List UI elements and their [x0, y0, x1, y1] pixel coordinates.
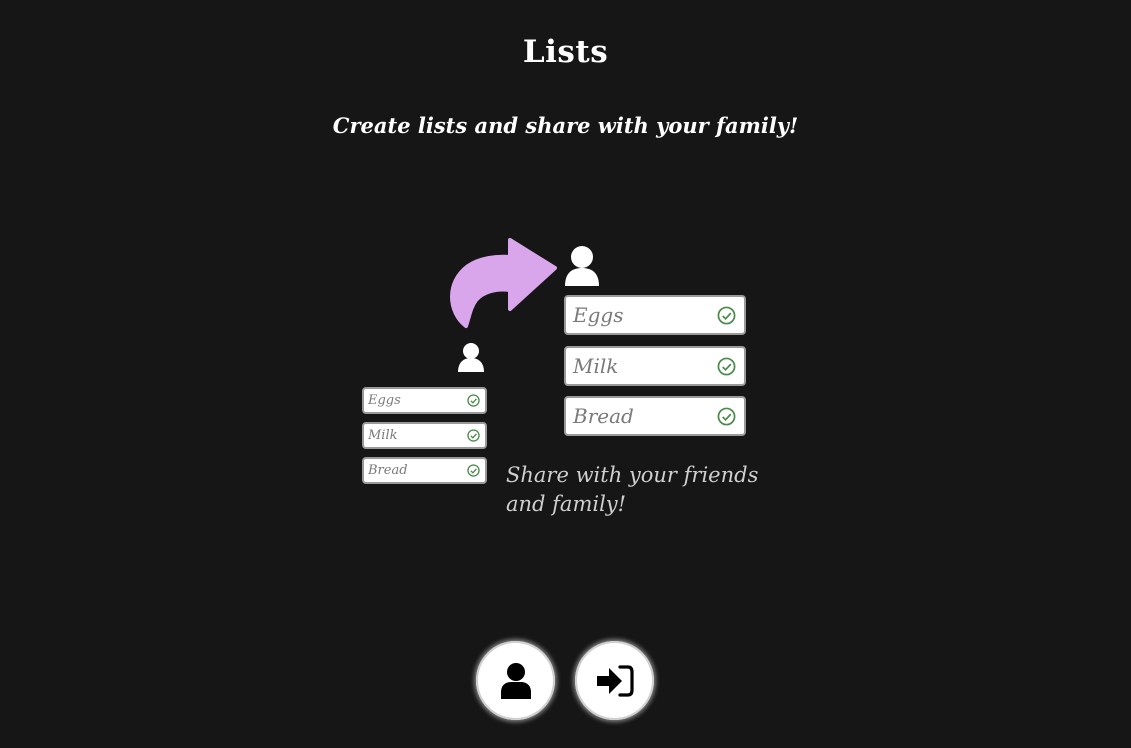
- big-list-item-milk: Milk: [564, 346, 746, 386]
- page: Lists Create lists and share with your f…: [0, 0, 1131, 748]
- list-item-label: Eggs: [368, 393, 401, 408]
- check-circle-icon: [467, 429, 480, 442]
- check-circle-icon: [717, 407, 736, 425]
- big-list-item-eggs: Eggs: [564, 295, 746, 335]
- small-list-item-milk: Milk: [362, 422, 487, 449]
- login-button[interactable]: [575, 641, 654, 720]
- list-item-label: Eggs: [573, 303, 624, 327]
- share-caption-line1: Share with your friends: [506, 463, 759, 487]
- small-list-item-eggs: Eggs: [362, 387, 487, 414]
- list-item-label: Bread: [573, 404, 634, 428]
- person-icon-small: [458, 343, 484, 372]
- check-circle-icon: [467, 394, 480, 407]
- page-subtitle: Create lists and share with your family!: [332, 113, 799, 138]
- sign-in-icon: [596, 664, 634, 697]
- small-list-item-bread: Bread: [362, 457, 487, 484]
- check-circle-icon: [717, 357, 736, 375]
- list-item-label: Bread: [368, 463, 408, 478]
- user-icon: [500, 662, 531, 699]
- big-list-item-bread: Bread: [564, 396, 746, 436]
- list-item-label: Milk: [573, 354, 619, 378]
- page-title: Lists: [522, 34, 609, 70]
- share-caption-line2: and family!: [506, 492, 627, 516]
- share-arrow-icon: [450, 238, 557, 328]
- profile-button[interactable]: [476, 641, 555, 720]
- share-caption: Share with your friends and family!: [506, 461, 786, 519]
- check-circle-icon: [467, 464, 480, 477]
- check-circle-icon: [717, 306, 736, 324]
- person-icon-large: [565, 246, 599, 286]
- list-item-label: Milk: [368, 428, 398, 443]
